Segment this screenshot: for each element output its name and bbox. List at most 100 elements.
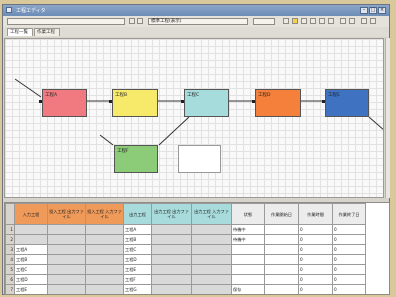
table-cell[interactable]: [151, 254, 192, 265]
title-bar[interactable]: 工程エディタ – □ ×: [3, 5, 389, 16]
tab-process-list[interactable]: 工程一覧: [7, 28, 33, 36]
toolbar-grid-icon[interactable]: [361, 18, 367, 24]
column-header[interactable]: 出力工程: [123, 203, 152, 225]
canvas-scrollbar[interactable]: [385, 38, 390, 198]
column-header[interactable]: 作業終了日: [332, 203, 366, 225]
table-cell[interactable]: [191, 224, 232, 235]
table-cell[interactable]: [264, 234, 299, 245]
close-button[interactable]: ×: [378, 7, 386, 14]
table-cell[interactable]: 工程D: [123, 254, 152, 265]
table-cell[interactable]: [264, 274, 299, 285]
table-cell[interactable]: 0: [332, 244, 366, 255]
table-cell[interactable]: 工程B: [123, 234, 152, 245]
table-cell[interactable]: [47, 274, 86, 285]
table-cell[interactable]: [85, 274, 124, 285]
table-cell[interactable]: [14, 234, 48, 245]
column-header[interactable]: 投入工程 出力ファイル: [47, 203, 86, 225]
toolbar-help-icon[interactable]: [370, 18, 376, 24]
table-cell[interactable]: 0: [298, 274, 333, 285]
table-cell[interactable]: [191, 264, 232, 275]
table-cell[interactable]: 工程C: [14, 264, 48, 275]
table-cell[interactable]: 工程G: [123, 284, 152, 294]
toolbar-cut-icon[interactable]: [310, 18, 316, 24]
table-cell[interactable]: [151, 274, 192, 285]
node-b-in-port[interactable]: [109, 100, 112, 103]
diagram-node-a[interactable]: 工程A: [42, 89, 87, 117]
diagram-node-empty[interactable]: [178, 145, 221, 173]
table-cell[interactable]: 0: [298, 254, 333, 265]
process-diagram-canvas[interactable]: 工程A 工程B 工程C 工程D 工程E 工程F: [4, 38, 384, 198]
table-cell[interactable]: 工程E: [14, 284, 48, 294]
table-cell[interactable]: 0: [332, 274, 366, 285]
toolbar-open-icon[interactable]: [292, 18, 298, 24]
table-cell[interactable]: 待機中: [231, 224, 265, 235]
table-row[interactable]: 4 工程B 工程D 0 0: [5, 254, 366, 265]
table-cell[interactable]: [151, 284, 192, 294]
table-row[interactable]: 5 工程C 工程E 0 0: [5, 264, 366, 275]
table-cell[interactable]: 0: [298, 264, 333, 275]
toolbar-combo-view[interactable]: 標準工程(表示): [148, 18, 248, 25]
column-header[interactable]: 状態: [231, 203, 265, 225]
table-cell[interactable]: [47, 284, 86, 294]
table-cell[interactable]: [264, 254, 299, 265]
node-d-in-port[interactable]: [252, 100, 255, 103]
table-cell[interactable]: 0: [332, 264, 366, 275]
table-cell[interactable]: 工程A: [123, 224, 152, 235]
table-cell[interactable]: [47, 234, 86, 245]
table-cell[interactable]: [47, 264, 86, 275]
table-cell[interactable]: 保存: [231, 284, 265, 294]
table-cell[interactable]: 0: [298, 244, 333, 255]
table-cell[interactable]: [151, 234, 192, 245]
table-cell[interactable]: 工程F: [123, 274, 152, 285]
node-e-in-port[interactable]: [322, 100, 325, 103]
table-cell[interactable]: 工程C: [123, 244, 152, 255]
table-cell[interactable]: [191, 274, 232, 285]
table-row[interactable]: 3 工程A 工程C 0 0: [5, 244, 366, 255]
table-cell[interactable]: [151, 264, 192, 275]
table-cell[interactable]: [85, 264, 124, 275]
table-cell[interactable]: 0: [298, 234, 333, 245]
table-cell[interactable]: [14, 224, 48, 235]
table-row[interactable]: 1 工程A 待機中 0 0: [5, 224, 366, 235]
table-cell[interactable]: [191, 254, 232, 265]
table-cell[interactable]: [85, 284, 124, 294]
toolbar-combo-right[interactable]: [253, 18, 275, 25]
table-cell[interactable]: 0: [332, 254, 366, 265]
table-row[interactable]: 7 工程E 工程G 保存 0 0: [5, 284, 366, 294]
table-row[interactable]: 2 工程B 待機中 0 0: [5, 234, 366, 245]
table-cell[interactable]: [85, 244, 124, 255]
table-cell[interactable]: [191, 244, 232, 255]
node-c-in-port[interactable]: [181, 100, 184, 103]
table-cell[interactable]: 0: [332, 234, 366, 245]
column-header[interactable]: 投入工程 入力ファイル: [85, 203, 124, 225]
table-cell[interactable]: [231, 264, 265, 275]
table-cell[interactable]: [264, 284, 299, 294]
table-cell[interactable]: 工程A: [14, 244, 48, 255]
table-cell[interactable]: 0: [332, 224, 366, 235]
table-cell[interactable]: [85, 224, 124, 235]
table-cell[interactable]: [85, 254, 124, 265]
maximize-button[interactable]: □: [369, 7, 377, 14]
table-cell[interactable]: [264, 224, 299, 235]
table-cell[interactable]: [191, 234, 232, 245]
table-cell[interactable]: 工程E: [123, 264, 152, 275]
table-cell[interactable]: [231, 244, 265, 255]
table-cell[interactable]: 工程B: [14, 254, 48, 265]
minimize-button[interactable]: –: [360, 7, 368, 14]
diagram-node-f[interactable]: 工程F: [114, 145, 158, 173]
diagram-node-b[interactable]: 工程B: [112, 89, 158, 117]
column-header[interactable]: 出力工程 出力ファイル: [151, 203, 192, 225]
diagram-node-d[interactable]: 工程D: [255, 89, 301, 117]
toolbar-new-icon[interactable]: [283, 18, 289, 24]
table-cell[interactable]: [231, 254, 265, 265]
tab-work-process[interactable]: 作業工程: [34, 28, 60, 36]
diagram-node-c[interactable]: 工程C: [184, 89, 229, 117]
table-cell[interactable]: [231, 274, 265, 285]
column-header[interactable]: 作業時間: [298, 203, 333, 225]
table-cell[interactable]: [191, 284, 232, 294]
table-cell[interactable]: 0: [332, 284, 366, 294]
table-cell[interactable]: 0: [298, 224, 333, 235]
table-cell[interactable]: [47, 244, 86, 255]
toolbar-save-icon[interactable]: [301, 18, 307, 24]
table-cell[interactable]: [151, 224, 192, 235]
